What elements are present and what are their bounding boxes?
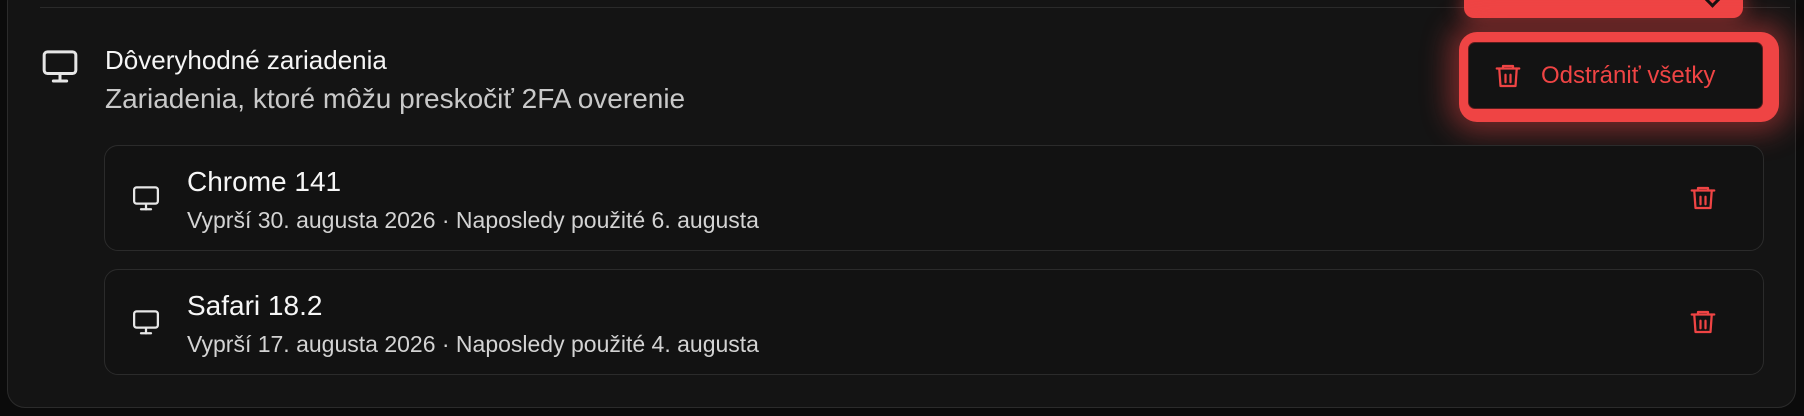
trash-icon: [1690, 186, 1716, 210]
chevron-down-icon: [1703, 0, 1722, 8]
device-meta: Vyprší 30. augusta 2026 · Naposledy použ…: [187, 207, 759, 233]
device-meta: Vyprší 17. augusta 2026 · Naposledy použ…: [187, 331, 759, 357]
delete-device-button[interactable]: [1683, 302, 1723, 342]
device-card: Chrome 141 Vyprší 30. augusta 2026 · Nap…: [104, 145, 1764, 251]
remove-all-button[interactable]: Odstrániť všetky: [1468, 42, 1763, 109]
section-header: Dôveryhodné zariadenia Zariadenia, ktoré…: [40, 42, 685, 118]
trash-icon: [1495, 64, 1521, 87]
monitor-icon: [133, 186, 159, 211]
monitor-icon: [42, 50, 78, 83]
monitor-icon: [133, 310, 159, 335]
section-description: Zariadenia, ktoré môžu preskočiť 2FA ove…: [105, 83, 686, 114]
section-title: Dôveryhodné zariadenia: [105, 45, 387, 75]
device-card: Safari 18.2 Vyprší 17. augusta 2026 · Na…: [104, 269, 1764, 375]
partial-red-button[interactable]: [1464, 0, 1743, 18]
remove-all-label: Odstrániť všetky: [1541, 61, 1716, 89]
device-name: Chrome 141: [187, 166, 342, 197]
remove-all-focus-ring: Odstrániť všetky: [1459, 32, 1779, 122]
device-name: Safari 18.2: [187, 290, 323, 321]
delete-device-button[interactable]: [1683, 178, 1723, 218]
trash-icon: [1690, 310, 1716, 334]
